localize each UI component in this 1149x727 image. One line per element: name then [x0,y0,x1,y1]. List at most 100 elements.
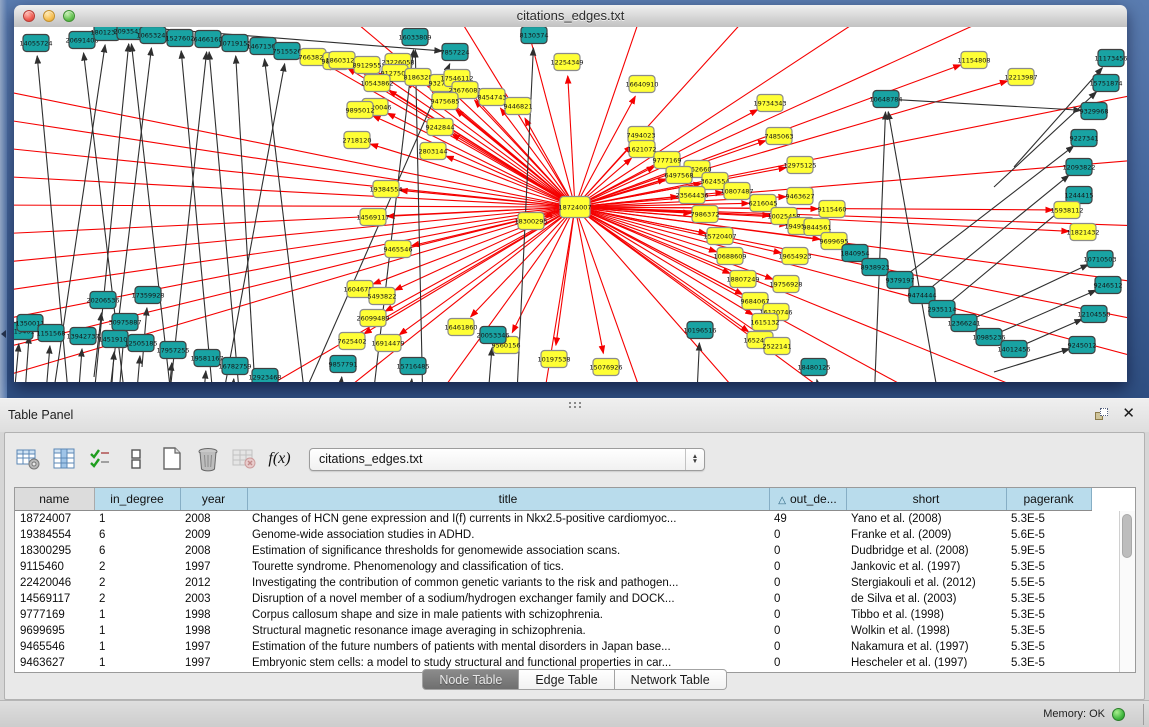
network-node[interactable]: 13942737 [66,328,99,345]
network-node[interactable]: 11821432 [1066,224,1099,241]
table-cell[interactable]: 22420046 [15,575,94,591]
table-cell[interactable]: Stergiakouli et al. (2012) [846,575,1006,591]
table-cell[interactable]: 5.3E-5 [1006,639,1091,655]
network-node[interactable]: 2718120 [343,132,372,149]
table-cell[interactable]: 0 [769,559,846,575]
network-node[interactable]: 30975887 [108,314,141,331]
table-cell[interactable]: 0 [769,527,846,543]
table-cell[interactable]: 5.5E-5 [1006,575,1091,591]
network-node[interactable]: 20206536 [86,292,119,309]
table-cell[interactable]: 1 [94,639,180,655]
table-cell[interactable]: 2 [94,575,180,591]
table-cell[interactable]: 1 [94,511,180,528]
table-cell[interactable]: Franke et al. (2009) [846,527,1006,543]
network-node[interactable]: 7857224 [441,44,470,61]
network-node[interactable]: 20053346 [476,327,509,344]
network-node[interactable]: 1151568 [37,325,66,342]
table-cell[interactable]: 14569117 [15,591,94,607]
table-cell[interactable]: 18724007 [15,511,94,528]
table-cell[interactable]: 0 [769,575,846,591]
table-cell[interactable]: 1 [94,607,180,623]
network-node[interactable]: 15720407 [703,228,736,245]
table-cell[interactable]: 9115460 [15,559,94,575]
select-rows-icon[interactable] [87,447,112,472]
table-cell[interactable]: de Silva et al. (2003) [846,591,1006,607]
network-node[interactable]: 11154808 [957,52,990,69]
network-node[interactable]: 8130374 [520,27,549,44]
network-node[interactable]: 19384554 [369,181,402,198]
network-node[interactable]: 18300295 [514,213,547,230]
table-cell[interactable]: Estimation of the future numbers of pati… [247,639,769,655]
network-node[interactable]: 8938923 [861,259,890,276]
column-header-pagerank[interactable]: pagerank [1006,488,1091,511]
table-cell[interactable]: 49 [769,511,846,528]
table-cell[interactable]: Yano et al. (2008) [846,511,1006,528]
table-cell[interactable]: 6 [94,527,180,543]
network-node[interactable]: 9246512 [1094,277,1123,294]
column-header-year[interactable]: year [180,488,247,511]
table-cell[interactable]: 0 [769,623,846,639]
network-node[interactable]: 9857791 [329,356,358,373]
network-node[interactable]: 9465546 [384,241,413,258]
network-node[interactable]: 7625402 [338,333,367,350]
network-node[interactable]: 19734343 [753,95,786,112]
table-row[interactable]: 1872400712008Changes of HCN gene express… [15,511,1091,528]
network-node[interactable]: 9245012 [1068,337,1097,354]
vertical-scrollbar[interactable] [1119,511,1135,672]
network-node[interactable]: 8912955 [353,57,382,74]
table-cell[interactable]: 6 [94,543,180,559]
network-node[interactable]: 12366241 [947,315,980,332]
table-cell[interactable]: 1997 [180,639,247,655]
network-node[interactable]: 10807487 [720,183,753,200]
network-node[interactable]: 9115460 [818,201,847,218]
table-row[interactable]: 1830029562008Estimation of significance … [15,543,1091,559]
table-cell[interactable]: 2003 [180,591,247,607]
table-cell[interactable]: Corpus callosum shape and size in male p… [247,607,769,623]
tab-network-table[interactable]: Network Table [615,669,727,690]
table-cell[interactable]: 2 [94,591,180,607]
network-node[interactable]: 9242844 [426,119,455,136]
network-node[interactable]: 7485063 [765,128,794,145]
table-cell[interactable]: 5.3E-5 [1006,607,1091,623]
network-node[interactable]: 1621072 [628,141,657,158]
table-cell[interactable]: 2008 [180,543,247,559]
network-node[interactable]: 18807249 [726,271,759,288]
table-cell[interactable]: 18300295 [15,543,94,559]
table-cell[interactable]: 2 [94,559,180,575]
column-header-out_de[interactable]: △out_de... [769,488,846,511]
table-cell[interactable]: 5.3E-5 [1006,511,1091,528]
network-node[interactable]: 10196516 [683,322,716,339]
new-table-icon[interactable] [159,447,184,472]
table-cell[interactable]: Nakamura et al. (1997) [846,639,1006,655]
memory-ok-led-icon[interactable] [1112,708,1125,721]
network-node[interactable]: 10543862 [360,75,393,92]
network-node[interactable]: 7515526 [273,43,302,60]
table-cell[interactable]: Disruption of a novel member of a sodium… [247,591,769,607]
network-node[interactable]: 26099489 [356,310,389,327]
network-node[interactable]: 16461860 [444,319,477,336]
network-node[interactable]: 23564436 [675,187,708,204]
table-cell[interactable]: 1 [94,623,180,639]
network-node[interactable]: 16640910 [625,76,658,93]
network-node[interactable]: 12104550 [1077,306,1110,323]
table-cell[interactable]: Estimation of significance thresholds fo… [247,543,769,559]
function-builder-icon[interactable]: f(x) [267,447,292,472]
network-node[interactable]: 15938112 [1050,202,1083,219]
network-node[interactable]: 11173456 [1094,50,1127,67]
tab-edge-table[interactable]: Edge Table [519,669,614,690]
table-cell[interactable]: 1998 [180,623,247,639]
table-cell[interactable]: Investigating the contribution of common… [247,575,769,591]
network-node[interactable]: 6497568 [665,167,694,184]
table-row[interactable]: 911546021997Tourette syndrome. Phenomeno… [15,559,1091,575]
column-header-short[interactable]: short [846,488,1006,511]
network-node[interactable]: 12505185 [124,335,157,352]
network-node[interactable]: 2522141 [763,338,792,355]
table-row[interactable]: 1456911722003Disruption of a novel membe… [15,591,1091,607]
table-cell[interactable]: 5.6E-5 [1006,527,1091,543]
table-cell[interactable]: 0 [769,543,846,559]
network-node[interactable]: 10688609 [713,248,746,265]
float-panel-icon[interactable] [1095,408,1109,422]
network-canvas[interactable]: 1405572420691406180123342093541210653247… [14,27,1127,382]
table-cell[interactable]: Tourette syndrome. Phenomenology and cla… [247,559,769,575]
network-node[interactable]: 17359928 [131,287,164,304]
